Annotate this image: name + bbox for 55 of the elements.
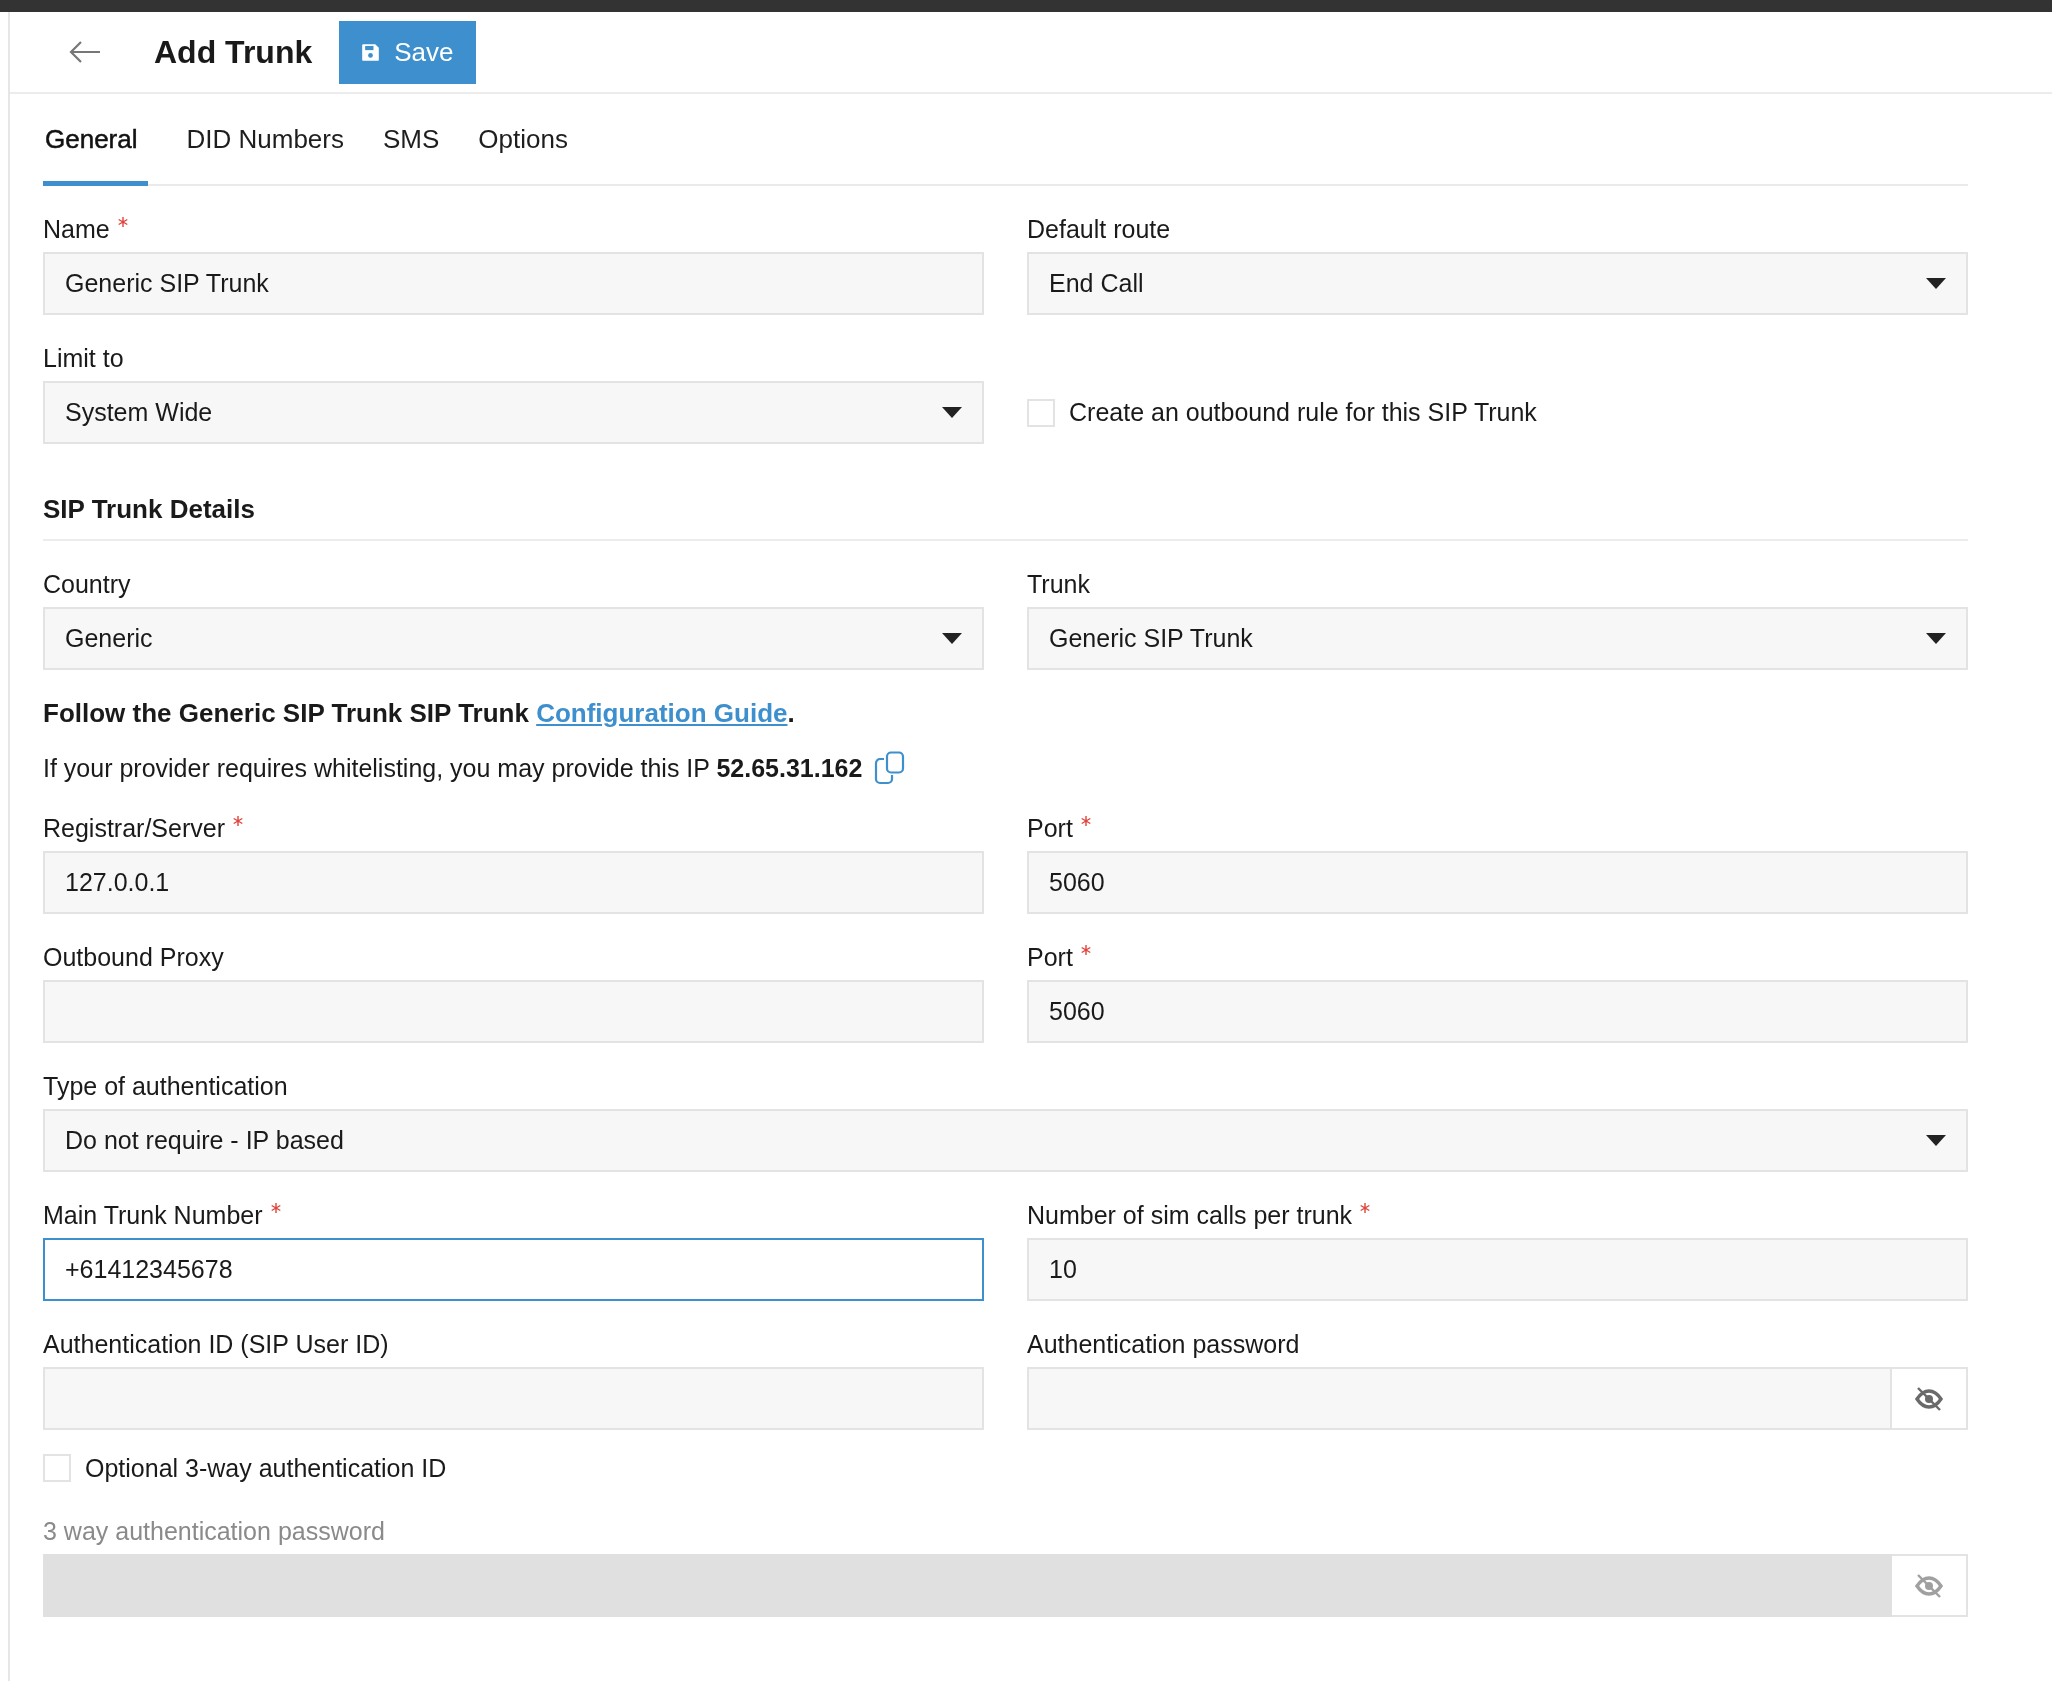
field-label: Authentication ID (SIP User ID) [43, 1329, 389, 1359]
field-label: Registrar/Server [43, 813, 225, 843]
checkbox-label: Create an outbound rule for this SIP Trunk [1069, 398, 1537, 427]
password-field[interactable] [1027, 1367, 1892, 1430]
caret-icon [1926, 1135, 1946, 1146]
input-field[interactable]: 127.0.0.1 [43, 851, 984, 914]
caret-icon [1926, 633, 1946, 644]
page-title: Add Trunk [154, 33, 313, 71]
input-field[interactable]: 5060 [1027, 980, 1968, 1043]
required-icon [1080, 816, 1091, 826]
required-icon [233, 816, 243, 826]
back-arrow-icon[interactable] [68, 40, 102, 64]
field-label: Port [1027, 942, 1073, 972]
checkbox-label: Optional 3-way authentication ID [85, 1453, 447, 1483]
caret-icon [1926, 278, 1946, 289]
field-label: Port [1027, 813, 1073, 843]
field-label: Type of authentication [43, 1071, 288, 1101]
dropdown[interactable]: Generic [43, 607, 984, 670]
required-icon [117, 217, 128, 227]
field-label: Outbound Proxy [43, 942, 224, 972]
input-field[interactable]: Generic SIP Trunk [43, 252, 984, 315]
input-field[interactable]: +61412345678 [43, 1238, 984, 1301]
field-label: Limit to [43, 343, 124, 373]
guide-text: Follow the Generic SIP Trunk SIP Trunk Configuration Guide. [43, 698, 796, 729]
required-icon [1080, 945, 1091, 955]
checkbox[interactable] [43, 1454, 71, 1482]
input-field[interactable] [43, 980, 984, 1043]
field-label: Country [43, 569, 131, 599]
field-label: Name [43, 214, 110, 244]
section-heading: SIP Trunk Details [43, 494, 1968, 541]
dropdown[interactable]: Generic SIP Trunk [1027, 607, 1968, 670]
input-field[interactable]: 5060 [1027, 851, 1968, 914]
caret-icon [942, 407, 962, 418]
field-label: Default route [1027, 214, 1171, 244]
dropdown[interactable]: End Call [1027, 252, 1968, 315]
checkbox[interactable] [1027, 398, 1055, 427]
required-icon [270, 1203, 281, 1213]
input-field[interactable]: 10 [1027, 1238, 1968, 1301]
eye-off-icon[interactable] [1892, 1554, 1968, 1617]
tab[interactable]: General [43, 124, 148, 186]
dropdown[interactable]: Do not require - IP based [43, 1109, 1968, 1172]
eye-off-icon[interactable] [1892, 1367, 1968, 1430]
required-icon [1360, 1203, 1371, 1213]
field-label: Authentication password [1027, 1329, 1300, 1359]
tab[interactable]: Options [478, 124, 568, 186]
tab[interactable]: DID Numbers [186, 124, 344, 186]
tab[interactable]: SMS [383, 124, 440, 186]
whitelist-text: If your provider requires whitelisting, you may provide this IP 52.65.31.162 [43, 753, 863, 783]
input-field[interactable] [43, 1367, 984, 1430]
field-label: Trunk [1027, 569, 1090, 599]
field-label: Main Trunk Number [43, 1200, 263, 1230]
field-label: Number of sim calls per trunk [1027, 1200, 1353, 1230]
caret-icon [942, 633, 962, 644]
dropdown[interactable]: System Wide [43, 381, 984, 444]
field-label: 3 way authentication password [43, 1516, 385, 1546]
